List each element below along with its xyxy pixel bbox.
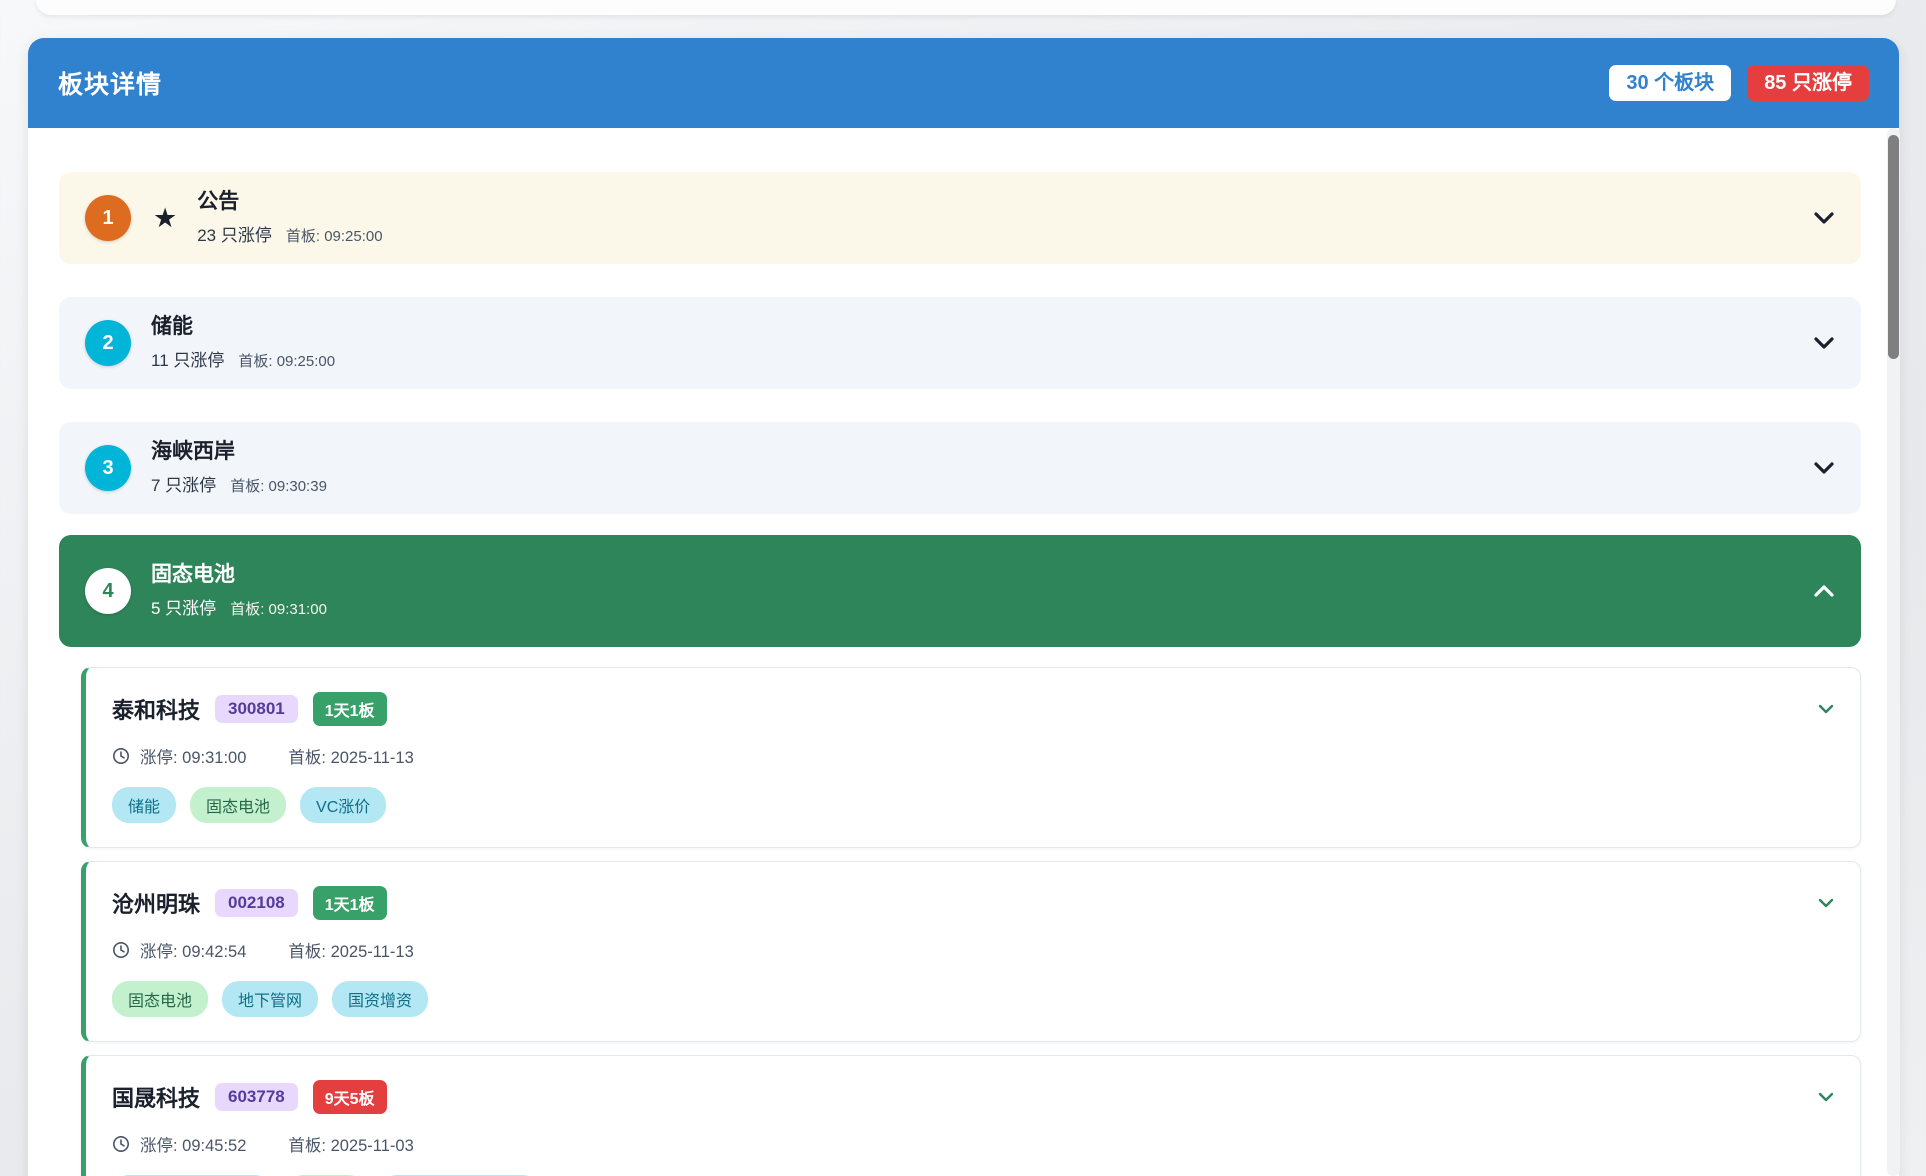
sector-row-gonggao[interactable]: 1 ★ 公告 23 只涨停 首板: 09:25:00 <box>59 172 1861 264</box>
concept-tag: VC涨价 <box>300 787 386 823</box>
sector-name: 储能 <box>151 315 335 339</box>
previous-card-bottom <box>36 0 1896 15</box>
sector-count-badge: 30 个板块 <box>1609 65 1731 101</box>
sector-text: 公告 23 只涨停 首板: 09:25:00 <box>197 190 382 245</box>
chevron-down-icon[interactable] <box>1813 211 1835 225</box>
first-board-time: 首板: 09:25:00 <box>238 350 335 371</box>
first-board-time: 首板: 09:30:39 <box>230 475 327 496</box>
first-board-date: 首板: 2025-11-03 <box>288 1132 413 1156</box>
sector-row-chuneng[interactable]: 2 储能 11 只涨停 首板: 09:25:00 <box>59 297 1861 389</box>
sector-detail-panel: 板块详情 30 个板块 85 只涨停 1 ★ 公告 23 只涨停 首板: 09:… <box>28 38 1899 1176</box>
sector-row-gutaidianchi[interactable]: 4 固态电池 5 只涨停 首板: 09:31:00 <box>59 535 1861 647</box>
chevron-down-icon[interactable] <box>1818 704 1834 714</box>
sector-text: 固态电池 5 只涨停 首板: 09:31:00 <box>151 563 327 618</box>
page-title: 板块详情 <box>58 65 162 101</box>
chevron-down-icon[interactable] <box>1813 461 1835 475</box>
stock-name: 沧州明珠 <box>112 887 200 919</box>
first-board-time: 首板: 09:25:00 <box>286 225 383 246</box>
first-board-date: 首板: 2025-11-13 <box>288 744 413 768</box>
stock-card-guoshengkeji[interactable]: 国晟科技 603778 9天5板 涨停: 09:45:52 首板: 2025-1… <box>81 1055 1861 1176</box>
stock-list: 泰和科技 300801 1天1板 涨停: 09:31:00 首板: 2025-1… <box>81 667 1861 1176</box>
clock-icon <box>112 941 130 959</box>
stock-code-badge: 603778 <box>215 1083 298 1111</box>
limit-up-count: 11 只涨停 <box>151 346 224 371</box>
sector-name: 海峡西岸 <box>151 440 327 464</box>
stock-card-taihekeji[interactable]: 泰和科技 300801 1天1板 涨停: 09:31:00 首板: 2025-1… <box>81 667 1861 848</box>
rank-badge: 4 <box>85 568 131 614</box>
stock-name: 国晟科技 <box>112 1081 200 1113</box>
tag-row: 固态电池 地下管网 国资增资 <box>112 981 1834 1017</box>
limit-up-time: 涨停: 09:45:52 <box>140 1132 246 1156</box>
chevron-down-icon[interactable] <box>1818 898 1834 908</box>
first-board-time: 首板: 09:31:00 <box>230 598 327 619</box>
sector-text: 海峡西岸 7 只涨停 首板: 09:30:39 <box>151 440 327 495</box>
stock-card-cangzhoumingzhu[interactable]: 沧州明珠 002108 1天1板 涨停: 09:42:54 首板: 2025-1… <box>81 861 1861 1042</box>
limit-up-count-badge: 85 只涨停 <box>1747 65 1869 101</box>
concept-tag: 固态电池 <box>190 787 286 823</box>
limit-up-count: 7 只涨停 <box>151 471 216 496</box>
rank-badge: 3 <box>85 445 131 491</box>
stock-code-badge: 002108 <box>215 889 298 917</box>
sector-name: 公告 <box>197 190 382 214</box>
chevron-down-icon[interactable] <box>1813 336 1835 350</box>
panel-header: 板块详情 30 个板块 85 只涨停 <box>28 38 1899 128</box>
concept-tag: 地下管网 <box>222 981 318 1017</box>
scrollbar-thumb[interactable] <box>1888 135 1899 359</box>
concept-tag: 储能 <box>112 787 176 823</box>
chevron-up-icon[interactable] <box>1813 584 1835 598</box>
streak-badge: 1天1板 <box>313 692 387 726</box>
stock-code-badge: 300801 <box>215 695 298 723</box>
tag-row: 储能 固态电池 VC涨价 <box>112 787 1834 823</box>
first-board-date: 首板: 2025-11-13 <box>288 938 413 962</box>
header-badges: 30 个板块 85 只涨停 <box>1609 65 1869 101</box>
streak-badge: 1天1板 <box>313 886 387 920</box>
sector-row-haixia[interactable]: 3 海峡西岸 7 只涨停 首板: 09:30:39 <box>59 422 1861 514</box>
limit-up-count: 23 只涨停 <box>197 221 272 246</box>
star-icon[interactable]: ★ <box>153 205 177 232</box>
limit-up-count: 5 只涨停 <box>151 594 216 619</box>
limit-up-time: 涨停: 09:42:54 <box>140 938 246 962</box>
clock-icon <box>112 1135 130 1153</box>
chevron-down-icon[interactable] <box>1818 1092 1834 1102</box>
sector-list: 1 ★ 公告 23 只涨停 首板: 09:25:00 2 储能 11 只涨停 首… <box>28 128 1899 1176</box>
sector-name: 固态电池 <box>151 563 327 587</box>
clock-icon <box>112 747 130 765</box>
rank-badge: 1 <box>85 195 131 241</box>
limit-up-time: 涨停: 09:31:00 <box>140 744 246 768</box>
rank-badge: 2 <box>85 320 131 366</box>
concept-tag: 固态电池 <box>112 981 208 1017</box>
stock-name: 泰和科技 <box>112 693 200 725</box>
concept-tag: 国资增资 <box>332 981 428 1017</box>
sector-text: 储能 11 只涨停 首板: 09:25:00 <box>151 315 335 370</box>
streak-badge: 9天5板 <box>313 1080 387 1114</box>
